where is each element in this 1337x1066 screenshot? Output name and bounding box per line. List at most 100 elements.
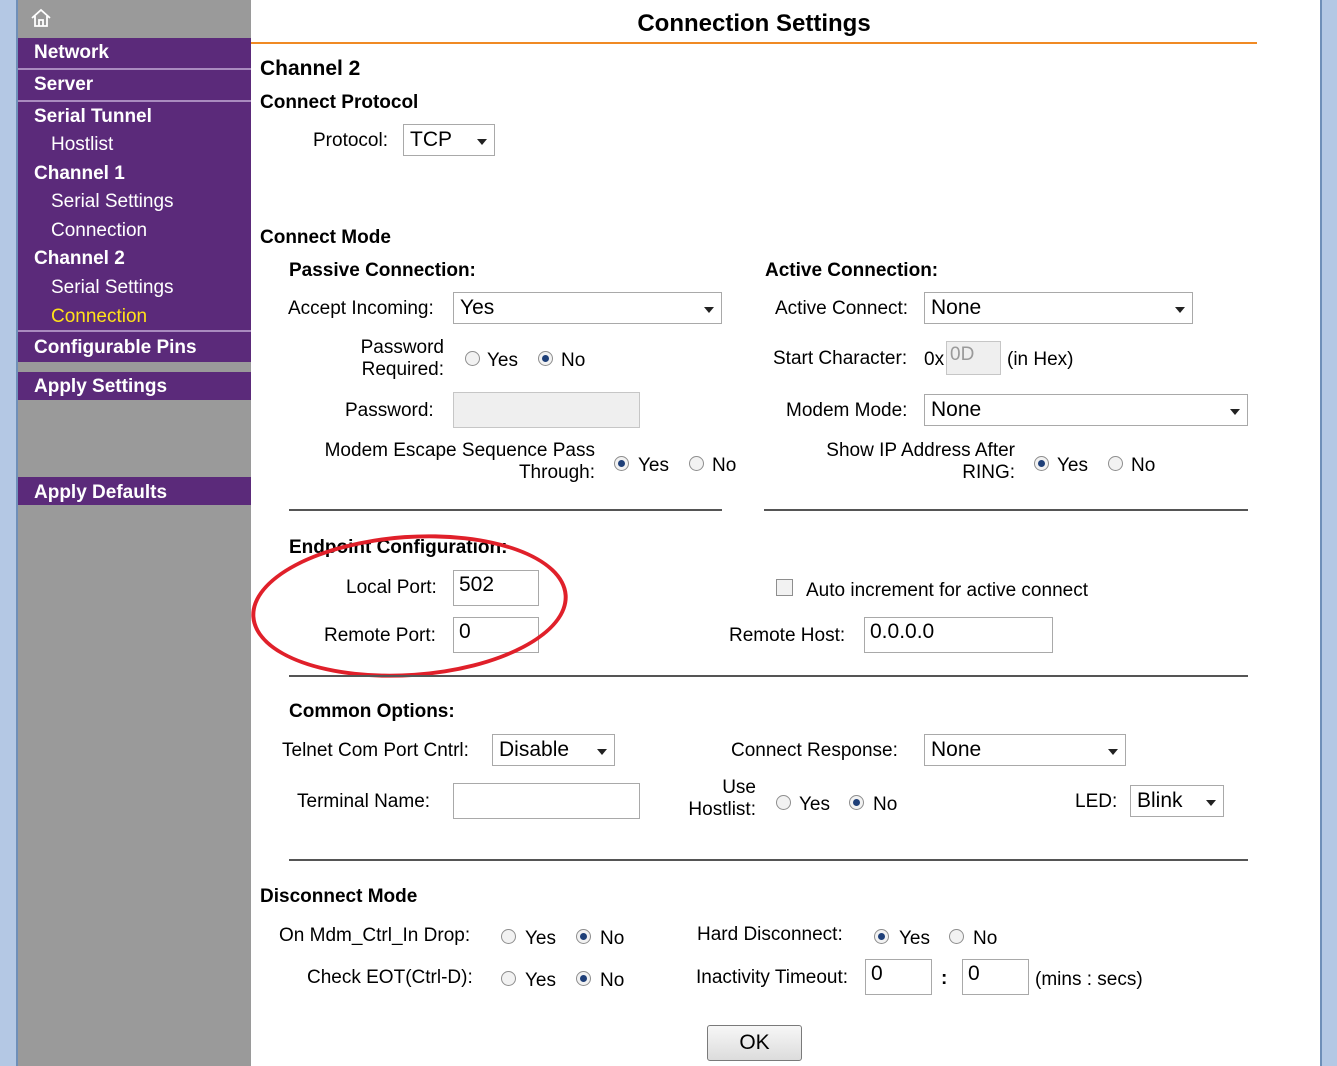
sidebar-item-apply-defaults[interactable]: Apply Defaults — [34, 482, 167, 504]
sidebar-item-channel-2[interactable]: Channel 2 — [34, 248, 125, 270]
divider — [289, 509, 722, 511]
mdm-ctrl-yes-label: Yes — [525, 928, 556, 949]
hard-disconnect-no-radio[interactable] — [949, 929, 964, 944]
start-character-label: Start Character: — [773, 348, 908, 369]
chevron-down-icon — [477, 139, 487, 145]
mdm-ctrl-yes-radio[interactable] — [501, 929, 516, 944]
use-hostlist-no-radio[interactable] — [849, 795, 864, 810]
remote-host-input[interactable]: 0.0.0.0 — [864, 617, 1053, 653]
sidebar-item-ch1-serial-settings[interactable]: Serial Settings — [51, 191, 174, 213]
mdm-ctrl-no-label: No — [600, 928, 625, 949]
password-required-yes-radio[interactable] — [465, 351, 480, 366]
inactivity-units-label: (mins : secs) — [1035, 969, 1143, 990]
window-frame-right-line — [1320, 0, 1322, 1066]
sidebar-item-network[interactable]: Network — [34, 42, 109, 64]
sidebar-item-ch2-serial-settings[interactable]: Serial Settings — [51, 277, 174, 299]
active-connect-value: None — [931, 296, 982, 319]
sidebar-item-server[interactable]: Server — [34, 74, 93, 96]
channel-heading: Channel 2 — [260, 57, 361, 80]
hard-disconnect-yes-radio[interactable] — [874, 929, 889, 944]
show-ip-no-label: No — [1131, 455, 1156, 476]
sidebar-item-ch1-connection[interactable]: Connection — [51, 220, 147, 242]
password-label: Password: — [345, 400, 434, 421]
connect-response-select[interactable]: None — [924, 734, 1126, 766]
protocol-label: Protocol: — [313, 130, 388, 151]
sidebar-item-ch2-connection[interactable]: Connection — [51, 306, 147, 328]
connect-protocol-heading: Connect Protocol — [260, 92, 419, 113]
start-character-input[interactable]: 0D — [946, 341, 1001, 375]
chevron-down-icon — [1108, 749, 1118, 755]
hard-disconnect-yes-label: Yes — [899, 928, 930, 949]
connect-response-label: Connect Response: — [731, 740, 898, 761]
terminal-name-input[interactable] — [453, 783, 640, 819]
chevron-down-icon — [1175, 307, 1185, 313]
modem-mode-select[interactable]: None — [924, 394, 1248, 426]
page-title: Connection Settings — [637, 10, 871, 37]
use-hostlist-yes-radio[interactable] — [776, 795, 791, 810]
chevron-down-icon — [597, 749, 607, 755]
protocol-value: TCP — [410, 128, 452, 151]
check-eot-no-radio[interactable] — [576, 971, 591, 986]
password-required-no-radio[interactable] — [538, 351, 553, 366]
common-options-heading: Common Options: — [289, 701, 455, 722]
inactivity-secs-input[interactable]: 0 — [962, 959, 1029, 995]
check-eot-yes-label: Yes — [525, 970, 556, 991]
disconnect-mode-heading: Disconnect Mode — [260, 886, 418, 907]
inactivity-timeout-label: Inactivity Timeout: — [696, 967, 849, 988]
sidebar-item-serial-tunnel[interactable]: Serial Tunnel — [34, 106, 152, 128]
telnet-value: Disable — [499, 738, 570, 761]
accept-incoming-select[interactable]: Yes — [453, 292, 722, 324]
auto-increment-checkbox[interactable] — [776, 579, 793, 596]
remote-host-label: Remote Host: — [729, 625, 846, 646]
sidebar-item-channel-1[interactable]: Channel 1 — [34, 163, 125, 185]
protocol-select[interactable]: TCP — [403, 124, 495, 156]
active-connect-label: Active Connect: — [775, 298, 909, 319]
led-select[interactable]: Blink — [1130, 785, 1224, 817]
mdm-ctrl-label: On Mdm_Ctrl_In Drop: — [279, 925, 471, 946]
modem-mode-value: None — [931, 398, 982, 421]
modem-escape-yes-label: Yes — [638, 455, 669, 476]
inactivity-separator: : — [941, 968, 948, 989]
modem-escape-label: Modem Escape Sequence Pass Through: — [324, 440, 595, 483]
modem-escape-yes-radio[interactable] — [614, 456, 629, 471]
chevron-down-icon — [1206, 800, 1216, 806]
home-icon[interactable] — [30, 8, 52, 28]
ok-button[interactable]: OK — [707, 1025, 802, 1061]
show-ip-yes-label: Yes — [1057, 455, 1088, 476]
start-character-suffix: (in Hex) — [1007, 349, 1074, 370]
divider — [289, 675, 1248, 677]
divider — [764, 509, 1248, 511]
show-ip-no-radio[interactable] — [1108, 456, 1123, 471]
sidebar-item-apply-settings[interactable]: Apply Settings — [34, 376, 167, 398]
inactivity-mins-input[interactable]: 0 — [865, 959, 932, 995]
check-eot-yes-radio[interactable] — [501, 971, 516, 986]
telnet-select[interactable]: Disable — [492, 734, 615, 766]
password-input[interactable] — [453, 392, 640, 428]
password-required-no-label: No — [561, 350, 586, 371]
use-hostlist-no-label: No — [873, 794, 898, 815]
sidebar-item-configurable-pins[interactable]: Configurable Pins — [34, 337, 197, 359]
use-hostlist-yes-label: Yes — [799, 794, 830, 815]
use-hostlist-label: Use Hostlist: — [688, 777, 756, 820]
sidebar-item-hostlist[interactable]: Hostlist — [51, 134, 113, 156]
led-value: Blink — [1137, 789, 1183, 812]
accept-incoming-value: Yes — [460, 296, 495, 319]
passive-connection-heading: Passive Connection: — [289, 260, 476, 281]
auto-increment-label: Auto increment for active connect — [806, 580, 1088, 601]
check-eot-label: Check EOT(Ctrl-D): — [307, 967, 473, 988]
show-ip-yes-radio[interactable] — [1034, 456, 1049, 471]
active-connection-heading: Active Connection: — [765, 260, 939, 281]
telnet-label: Telnet Com Port Cntrl: — [282, 740, 469, 761]
modem-escape-no-radio[interactable] — [689, 456, 704, 471]
mdm-ctrl-no-radio[interactable] — [576, 929, 591, 944]
active-connect-select[interactable]: None — [924, 292, 1193, 324]
terminal-name-label: Terminal Name: — [297, 791, 431, 812]
hard-disconnect-label: Hard Disconnect: — [697, 924, 843, 945]
chevron-down-icon — [704, 307, 714, 313]
check-eot-no-label: No — [600, 970, 625, 991]
chevron-down-icon — [1230, 409, 1240, 415]
window-frame-right — [1320, 0, 1337, 1066]
connect-mode-heading: Connect Mode — [260, 227, 391, 248]
led-label: LED: — [1075, 791, 1118, 812]
connect-response-value: None — [931, 738, 982, 761]
